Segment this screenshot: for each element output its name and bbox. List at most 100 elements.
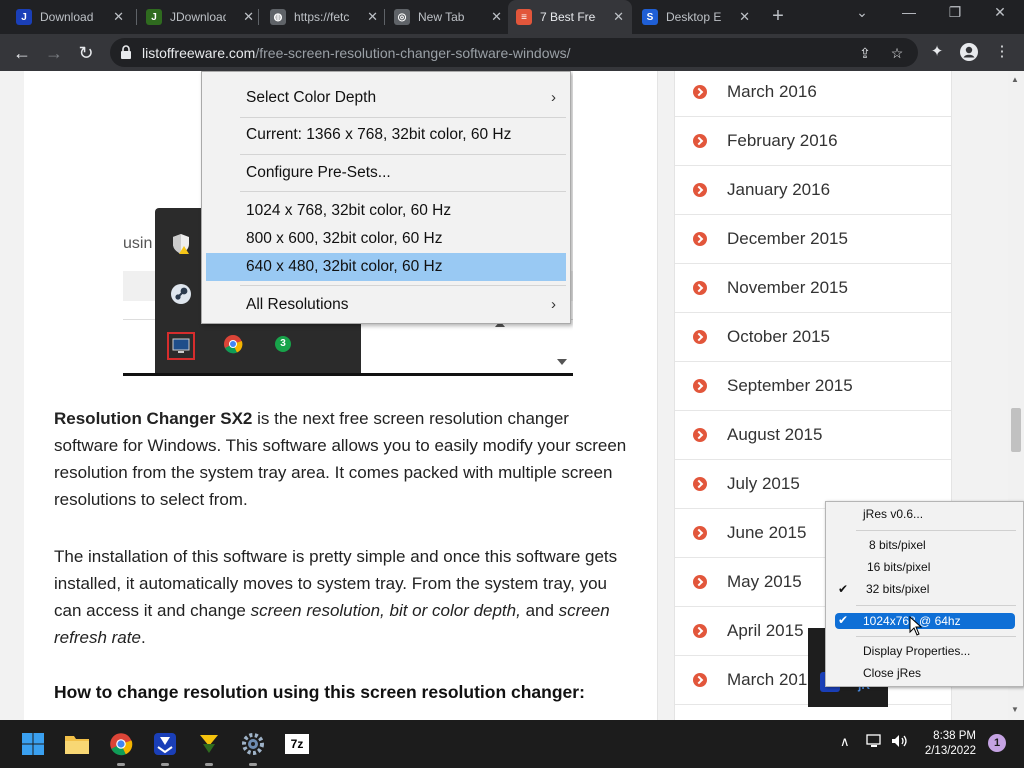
tab-jdownload[interactable]: J JDownload ✕ — [138, 0, 262, 34]
archive-link[interactable]: March 2016 — [675, 71, 951, 117]
address-bar[interactable]: listoffreeware.com/free-screen-resolutio… — [110, 38, 918, 67]
forward-button[interactable]: → — [41, 40, 67, 66]
jdownloader2-taskbar-button[interactable] — [195, 730, 223, 766]
7zip-taskbar-button[interactable]: 7z — [283, 730, 311, 758]
jres-menu-display-properties[interactable]: Display Properties... — [863, 644, 970, 658]
reload-button[interactable]: ↻ — [73, 40, 99, 66]
restore-button[interactable]: ❐ — [943, 4, 967, 21]
menu-item-current: Current: 1366 x 768, 32bit color, 60 Hz — [246, 126, 512, 143]
system-clock[interactable]: 8:38 PM 2/13/2022 — [912, 729, 976, 759]
folder-icon — [65, 736, 89, 754]
chrome-icon: ◎ — [394, 9, 410, 25]
checkmark-icon: ✔ — [838, 582, 849, 596]
menu-item-640x480-selected: 640 x 480, 32bit color, 60 Hz — [206, 253, 566, 281]
sourceforge-favicon-icon: S — [642, 9, 658, 25]
archive-link-label: March 2015 — [727, 670, 817, 689]
chrome-icon — [110, 733, 133, 756]
tab-fetch-url[interactable]: ◍ https://fetc ✕ — [262, 0, 386, 34]
archive-link[interactable]: December 2015 — [675, 215, 951, 264]
archive-link[interactable]: November 2015 — [675, 264, 951, 313]
jdownloader-taskbar-button[interactable] — [151, 730, 179, 766]
archive-link-label: February 2016 — [727, 131, 838, 150]
paragraph-resolution-changer-sx2: Resolution Changer SX2 is the next free … — [54, 405, 634, 513]
close-icon[interactable]: ✕ — [613, 9, 624, 25]
new-tab-button[interactable]: + — [766, 5, 790, 29]
show-hidden-icons-chevron-icon[interactable]: ∧ — [840, 734, 850, 750]
menu-item-configure-presets: Configure Pre-Sets... — [246, 164, 391, 181]
gear-icon — [242, 733, 264, 755]
jres-menu-close[interactable]: Close jRes — [863, 666, 921, 680]
archive-link[interactable]: January 2016 — [675, 166, 951, 215]
archive-link-label: June 2015 — [727, 523, 807, 542]
archive-link-label: December 2015 — [727, 229, 848, 248]
windows-logo-icon — [22, 733, 44, 755]
close-window-button[interactable]: ✕ — [988, 4, 1012, 21]
network-icon[interactable] — [866, 734, 884, 751]
close-icon[interactable]: ✕ — [243, 9, 254, 25]
close-icon[interactable]: ✕ — [367, 9, 378, 25]
close-icon[interactable]: ✕ — [113, 9, 124, 25]
minimize-button[interactable]: — — [897, 4, 921, 20]
settings-taskbar-button[interactable] — [239, 730, 267, 766]
section-heading: How to change resolution using this scre… — [54, 682, 585, 702]
steam-icon — [169, 282, 193, 306]
profile-avatar[interactable] — [959, 42, 979, 62]
back-button[interactable]: ← — [9, 40, 35, 66]
menu-separator — [240, 285, 566, 286]
notification-badge[interactable]: 1 — [988, 734, 1006, 752]
chrome-menu-kebab-icon[interactable]: ⋮ — [992, 42, 1012, 62]
archive-link[interactable]: February 2016 — [675, 117, 951, 166]
jres-menu-8-bits[interactable]: 8 bits/pixel — [869, 538, 926, 552]
running-indicator — [205, 763, 213, 766]
chevron-right-circle-icon — [693, 477, 707, 491]
jdownloader-icon — [154, 733, 176, 755]
chevron-right-circle-icon — [693, 232, 707, 246]
archive-link-label: January 2016 — [727, 180, 831, 199]
chrome-taskbar-button[interactable] — [107, 730, 135, 766]
menu-item-label: Select Color Depth — [246, 89, 377, 106]
jdownloader-favicon-icon: J — [16, 9, 32, 25]
tab-new-tab[interactable]: ◎ New Tab ✕ — [386, 0, 510, 34]
start-button[interactable] — [19, 730, 47, 758]
archive-link-label: May 2015 — [727, 572, 802, 591]
jres-menu-mode-selected[interactable]: ✔ 1024x768 @ 64hz — [835, 613, 1015, 629]
tab-search-chevron-icon[interactable]: ⌄ — [850, 4, 874, 21]
resolution-changer-tray-icon — [167, 332, 195, 360]
chevron-right-circle-icon — [693, 575, 707, 589]
jdownloader-favicon-icon: J — [146, 9, 162, 25]
scroll-up-arrow-icon[interactable]: ▲ — [1011, 75, 1019, 84]
windows-taskbar: 7z ∧ 8:38 PM 2/13/2022 1 — [0, 720, 1024, 768]
archive-link-label: August 2015 — [727, 425, 823, 444]
archive-link[interactable]: October 2015 — [675, 313, 951, 362]
tab-7-best-free[interactable]: ≡ 7 Best Free ✕ — [508, 0, 632, 34]
archive-link[interactable]: August 2015 — [675, 411, 951, 460]
share-icon[interactable]: ⇪ — [856, 44, 874, 62]
close-icon[interactable]: ✕ — [491, 9, 502, 25]
close-icon[interactable]: ✕ — [739, 9, 750, 25]
tab-desktop[interactable]: S Desktop Er ✕ — [634, 0, 758, 34]
menu-separator — [856, 530, 1016, 531]
archive-link[interactable]: September 2015 — [675, 362, 951, 411]
chevron-right-circle-icon — [693, 428, 707, 442]
jres-menu-32-bits[interactable]: 32 bits/pixel — [866, 582, 929, 596]
scrollbar-thumb[interactable] — [1011, 408, 1021, 452]
scroll-down-arrow-icon[interactable]: ▼ — [1011, 705, 1019, 714]
jres-menu-title[interactable]: jRes v0.6... — [863, 507, 923, 521]
chevron-right-circle-icon — [693, 281, 707, 295]
badge-3-icon: 3 — [271, 332, 295, 356]
volume-icon[interactable] — [891, 734, 909, 751]
menu-item-label: All Resolutions — [246, 296, 349, 313]
chevron-right-circle-icon — [693, 673, 707, 687]
tab-download[interactable]: J Download ✕ — [8, 0, 132, 34]
chevron-right-icon: › — [551, 89, 556, 106]
windows-security-icon — [169, 232, 193, 256]
extensions-puzzle-icon[interactable]: ✦ — [927, 42, 947, 62]
lock-icon — [121, 45, 131, 59]
menu-separator — [856, 605, 1016, 606]
jres-menu-16-bits[interactable]: 16 bits/pixel — [867, 560, 930, 574]
file-explorer-button[interactable] — [63, 730, 91, 758]
menu-item-all-resolutions: All Resolutions › — [202, 291, 570, 319]
bookmark-star-icon[interactable]: ☆ — [888, 44, 906, 62]
chevron-right-circle-icon — [693, 134, 707, 148]
menu-separator — [240, 117, 566, 118]
